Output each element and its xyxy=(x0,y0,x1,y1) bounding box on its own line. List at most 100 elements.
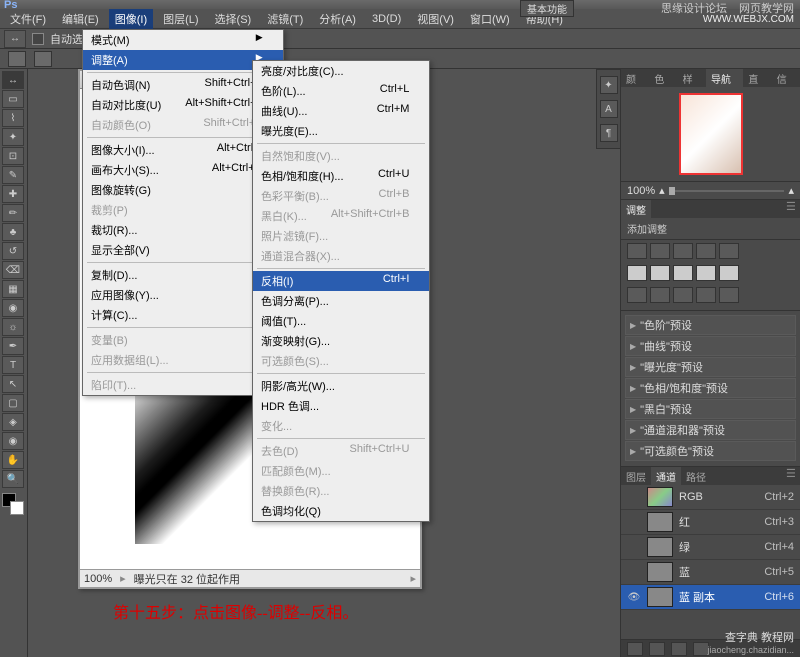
menu-view[interactable]: 视图(V) xyxy=(411,9,460,29)
menu-3d[interactable]: 3D(D) xyxy=(366,11,407,27)
tab-color[interactable]: 颜色 xyxy=(621,69,649,87)
adj-curves-icon[interactable] xyxy=(673,243,693,259)
color-swatch[interactable] xyxy=(2,493,24,515)
adj-exposure-icon[interactable] xyxy=(696,243,716,259)
menu-edit[interactable]: 编辑(E) xyxy=(56,9,105,29)
menuitem[interactable]: 曲线(U)...Ctrl+M xyxy=(253,101,429,121)
preset-item[interactable]: ▶"通道混和器"预设 xyxy=(625,420,796,440)
zoom-value[interactable]: 100% xyxy=(84,573,112,585)
tab-channels[interactable]: 通道 xyxy=(651,467,681,485)
visibility-icon[interactable] xyxy=(627,565,641,579)
preset-item[interactable]: ▶"色阶"预设 xyxy=(625,315,796,335)
brush-tool-icon[interactable]: ✏ xyxy=(2,204,24,222)
wand-tool-icon[interactable]: ✦ xyxy=(2,128,24,146)
adj-mixer-icon[interactable] xyxy=(719,265,739,281)
preset-item[interactable]: ▶"色相/饱和度"预设 xyxy=(625,378,796,398)
menuitem[interactable]: 阈值(T)... xyxy=(253,311,429,331)
menu-image[interactable]: 图像(I) xyxy=(109,9,153,29)
menu-filter[interactable]: 滤镜(T) xyxy=(261,9,309,29)
path-tool-icon[interactable]: ↖ xyxy=(2,375,24,393)
move-tool-icon[interactable]: ↔ xyxy=(4,30,26,48)
menuitem[interactable]: 色调分离(P)... xyxy=(253,291,429,311)
menuitem[interactable]: HDR 色调... xyxy=(253,396,429,416)
menuitem[interactable]: 阴影/高光(W)... xyxy=(253,376,429,396)
menuitem[interactable]: 模式(M)▶ xyxy=(83,30,283,50)
tab-layers[interactable]: 图层 xyxy=(621,467,651,485)
workspace-badge[interactable]: 基本功能 xyxy=(520,0,574,17)
tab-styles[interactable]: 样式 xyxy=(678,69,706,87)
zoom-in-icon[interactable]: ▴ xyxy=(788,184,794,197)
lasso-tool-icon[interactable]: ⌇ xyxy=(2,109,24,127)
move-tool-icon[interactable]: ↔ xyxy=(2,71,24,89)
adj-selective-icon[interactable] xyxy=(719,287,739,303)
visibility-icon[interactable] xyxy=(627,540,641,554)
adj-brightness-icon[interactable] xyxy=(627,243,647,259)
channel-row[interactable]: 红Ctrl+3 xyxy=(621,510,800,535)
adj-bw-icon[interactable] xyxy=(673,265,693,281)
menuitem[interactable]: 反相(I)Ctrl+I xyxy=(253,271,429,291)
eraser-tool-icon[interactable]: ⌫ xyxy=(2,261,24,279)
tab-navigator[interactable]: 导航器 xyxy=(706,69,743,87)
eyedropper-tool-icon[interactable]: ✎ xyxy=(2,166,24,184)
panel-menu-icon[interactable]: ☰ xyxy=(786,467,800,483)
ch-to-selection-icon[interactable] xyxy=(627,642,643,656)
nav-zoom-value[interactable]: 100% xyxy=(627,185,655,197)
gradient-tool-icon[interactable]: ▦ xyxy=(2,280,24,298)
dock-icon[interactable]: ¶ xyxy=(600,124,618,142)
menu-select[interactable]: 选择(S) xyxy=(209,9,258,29)
adj-vibrance-icon[interactable] xyxy=(719,243,739,259)
ch-mask-icon[interactable] xyxy=(649,642,665,656)
zoom-out-icon[interactable]: ▴ xyxy=(659,184,665,197)
adj-invert-icon[interactable] xyxy=(627,287,647,303)
stamp-tool-icon[interactable]: ♣ xyxy=(2,223,24,241)
menuitem[interactable]: 色调均化(Q) xyxy=(253,501,429,521)
3d-tool-icon[interactable]: ◈ xyxy=(2,413,24,431)
zoom-tool-icon[interactable]: 🔍 xyxy=(2,470,24,488)
adj-levels-icon[interactable] xyxy=(650,243,670,259)
visibility-icon[interactable] xyxy=(627,515,641,529)
adj-thresh-icon[interactable] xyxy=(673,287,693,303)
visibility-icon[interactable] xyxy=(627,490,641,504)
navigator-thumb[interactable] xyxy=(679,93,743,175)
menuitem[interactable]: 亮度/对比度(C)... xyxy=(253,61,429,81)
zoom-slider[interactable] xyxy=(669,190,785,192)
tab-histogram[interactable]: 直方 xyxy=(743,69,771,87)
hand-tool-icon[interactable]: ✋ xyxy=(2,451,24,469)
channel-row[interactable]: RGBCtrl+2 xyxy=(621,485,800,510)
adj-photo-icon[interactable] xyxy=(696,265,716,281)
menuitem[interactable]: 渐变映射(G)... xyxy=(253,331,429,351)
dock-icon[interactable]: ✦ xyxy=(600,76,618,94)
tab-adjustments[interactable]: 调整 xyxy=(621,200,651,218)
pen-tool-icon[interactable]: ✒ xyxy=(2,337,24,355)
dock-icon[interactable]: A xyxy=(600,100,618,118)
dodge-tool-icon[interactable]: ☼ xyxy=(2,318,24,336)
shape-tool-icon[interactable]: ▢ xyxy=(2,394,24,412)
menu-layer[interactable]: 图层(L) xyxy=(157,9,204,29)
tab-paths[interactable]: 路径 xyxy=(681,467,711,485)
tab-info[interactable]: 信息 xyxy=(772,69,800,87)
type-tool-icon[interactable]: T xyxy=(2,356,24,374)
3d-cam-tool-icon[interactable]: ◉ xyxy=(2,432,24,450)
menuitem[interactable]: 色相/饱和度(H)...Ctrl+U xyxy=(253,166,429,186)
autoselect-checkbox[interactable] xyxy=(32,33,44,45)
channel-row[interactable]: 蓝Ctrl+5 xyxy=(621,560,800,585)
visibility-icon[interactable]: 👁 xyxy=(627,590,641,604)
ch-new-icon[interactable] xyxy=(671,642,687,656)
adj-poster-icon[interactable] xyxy=(650,287,670,303)
channel-row[interactable]: 👁蓝 副本Ctrl+6 xyxy=(621,585,800,610)
tab-swatches[interactable]: 色板 xyxy=(649,69,677,87)
blur-tool-icon[interactable]: ◉ xyxy=(2,299,24,317)
marquee-tool-icon[interactable]: ▭ xyxy=(2,90,24,108)
menuitem[interactable]: 色阶(L)...Ctrl+L xyxy=(253,81,429,101)
preset-item[interactable]: ▶"黑白"预设 xyxy=(625,399,796,419)
menu-analyze[interactable]: 分析(A) xyxy=(313,9,362,29)
adj-balance-icon[interactable] xyxy=(650,265,670,281)
adj-gradmap-icon[interactable] xyxy=(696,287,716,303)
adj-hue-icon[interactable] xyxy=(627,265,647,281)
preset-item[interactable]: ▶"可选颜色"预设 xyxy=(625,441,796,461)
preset-item[interactable]: ▶"曲线"预设 xyxy=(625,336,796,356)
menu-file[interactable]: 文件(F) xyxy=(4,9,52,29)
menu-window[interactable]: 窗口(W) xyxy=(464,9,516,29)
panel-menu-icon[interactable]: ☰ xyxy=(786,200,800,216)
channel-row[interactable]: 绿Ctrl+4 xyxy=(621,535,800,560)
